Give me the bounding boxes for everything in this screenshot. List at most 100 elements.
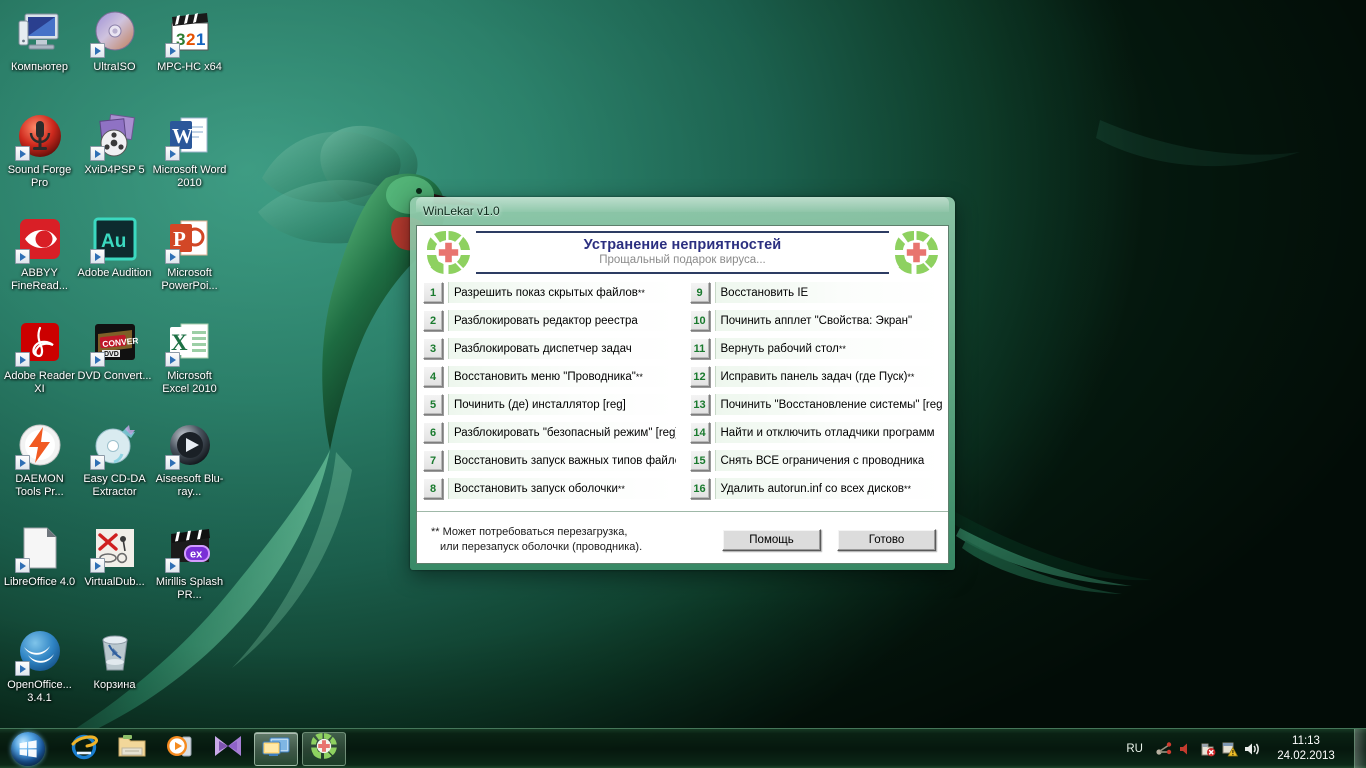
fix-action-row[interactable]: 10 Починить апплет "Свойства: Экран" xyxy=(689,310,942,331)
fix-action-label[interactable]: Удалить autorun.inf со всех дисков ** xyxy=(714,478,942,499)
fix-action-label[interactable]: Восстановить запуск важных типов файлов xyxy=(448,450,676,471)
desktop-icon-computer[interactable]: Компьютер xyxy=(2,4,77,107)
desktop-icon-label: LibreOffice 4.0 xyxy=(3,576,76,588)
taskbar-button-internet-explorer[interactable] xyxy=(62,732,106,766)
desktop-icon-mirillis-splash[interactable]: ex Mirillis Splash PR... xyxy=(152,519,227,622)
desktop-icon-abbyy-finereader[interactable]: ABBYY FineRead... xyxy=(2,210,77,313)
disc-icon xyxy=(89,9,139,58)
fix-action-number-button[interactable]: 4 xyxy=(423,366,443,387)
libreoffice-doc-icon xyxy=(14,524,64,573)
fix-action-label[interactable]: Разблокировать редактор реестра xyxy=(448,310,676,331)
fix-action-label[interactable]: Разблокировать "безопасный режим" [reg] xyxy=(448,422,676,443)
fix-action-label[interactable]: Восстановить IE xyxy=(714,282,942,303)
fix-action-number-button[interactable]: 2 xyxy=(423,310,443,331)
fix-action-number-button[interactable]: 16 xyxy=(689,478,710,499)
clapperboard-321-icon: 3 2 1 xyxy=(164,9,214,58)
taskbar-button-winlekar[interactable] xyxy=(302,731,346,766)
desktop-icon-recycle-bin[interactable]: Корзина xyxy=(77,622,152,725)
fix-action-label[interactable]: Вернуть рабочий стол ** xyxy=(714,338,942,359)
fix-action-number-button[interactable]: 9 xyxy=(689,282,710,303)
desktop-icon-openoffice[interactable]: OpenOffice... 3.4.1 xyxy=(2,622,77,725)
taskbar-button-explorer[interactable] xyxy=(110,732,154,766)
taskbar-button-media-player[interactable] xyxy=(158,732,202,766)
fix-action-row[interactable]: 15 Снять ВСЕ ограничения с проводника xyxy=(689,450,942,471)
fix-action-label[interactable]: Восстановить меню "Проводника" ** xyxy=(448,366,676,387)
fix-action-label[interactable]: Починить "Восстановление системы" [reg] … xyxy=(714,394,942,415)
fix-action-label[interactable]: Разблокировать диспетчер задач xyxy=(448,338,676,359)
fix-action-row[interactable]: 14 Найти и отключить отладчики программ xyxy=(689,422,942,443)
fix-action-row[interactable]: 4 Восстановить меню "Проводника" ** xyxy=(423,366,676,387)
fix-action-label[interactable]: Найти и отключить отладчики программ xyxy=(714,422,942,443)
fix-action-number-button[interactable]: 15 xyxy=(689,450,710,471)
taskbar-button-butterfly[interactable] xyxy=(206,732,250,766)
flag-warning-icon[interactable] xyxy=(1218,735,1240,763)
desktop-icon-easy-cd-da-extractor[interactable]: Easy CD-DA Extractor xyxy=(77,416,152,519)
start-button[interactable] xyxy=(2,730,54,768)
fix-action-row[interactable]: 7 Восстановить запуск важных типов файлов xyxy=(423,450,676,471)
help-button[interactable]: Помощь xyxy=(722,529,821,551)
desktop-icon-label: Sound Forge Pro xyxy=(7,164,72,189)
show-desktop-button[interactable] xyxy=(1354,728,1366,768)
fix-action-number-button[interactable]: 5 xyxy=(423,394,443,415)
desktop-icon-powerpoint-2010[interactable]: P Microsoft PowerPoi... xyxy=(152,210,227,313)
desktop[interactable]: Компьютер UltraISO 3 2 1 MPC-HC x64 Soun… xyxy=(0,0,1366,768)
fix-action-row[interactable]: 6 Разблокировать "безопасный режим" [reg] xyxy=(423,422,676,443)
desktop-icon-word-2010[interactable]: W Microsoft Word 2010 xyxy=(152,107,227,210)
fix-action-number-button[interactable]: 11 xyxy=(689,338,710,359)
taskbar[interactable]: RU 11:13 24.02.2013 xyxy=(0,728,1366,768)
tray-language-indicator[interactable]: RU xyxy=(1117,743,1152,755)
desktop-icon-xvid4psp[interactable]: XviD4PSP 5 xyxy=(77,107,152,210)
fix-action-row[interactable]: 5 Починить (де) инсталлятор [reg] xyxy=(423,394,676,415)
system-tray[interactable]: RU 11:13 24.02.2013 xyxy=(1117,728,1366,768)
fix-action-number-button[interactable]: 3 xyxy=(423,338,443,359)
fix-action-label[interactable]: Разрешить показ скрытых файлов ** xyxy=(448,282,676,303)
fix-action-row[interactable]: 8 Восстановить запуск оболочки ** xyxy=(423,478,676,499)
desktop-icon-grid[interactable]: Компьютер UltraISO 3 2 1 MPC-HC x64 Soun… xyxy=(0,4,227,725)
fix-action-row[interactable]: 16 Удалить autorun.inf со всех дисков ** xyxy=(689,478,942,499)
fix-action-number-button[interactable]: 7 xyxy=(423,450,443,471)
desktop-icon-adobe-audition[interactable]: Au Adobe Audition xyxy=(77,210,152,313)
clock[interactable]: 11:13 24.02.2013 xyxy=(1262,734,1350,764)
fix-action-row[interactable]: 12 Исправить панель задач (где Пуск) ** xyxy=(689,366,942,387)
fix-action-row[interactable]: 2 Разблокировать редактор реестра xyxy=(423,310,676,331)
fix-action-row[interactable]: 1 Разрешить показ скрытых файлов ** xyxy=(423,282,676,303)
desktop-icon-adobe-reader-xi[interactable]: Adobe Reader XI xyxy=(2,313,77,416)
fix-action-row[interactable]: 11 Вернуть рабочий стол ** xyxy=(689,338,942,359)
fix-action-number-button[interactable]: 8 xyxy=(423,478,443,499)
fix-action-number-button[interactable]: 10 xyxy=(689,310,710,331)
taskbar-buttons[interactable] xyxy=(62,731,346,766)
done-button[interactable]: Готово xyxy=(837,529,936,551)
fix-action-label[interactable]: Починить (де) инсталлятор [reg] xyxy=(448,394,676,415)
network-icon[interactable] xyxy=(1152,735,1174,763)
volume-mute-icon[interactable] xyxy=(1174,735,1196,763)
desktop-icon-dvd-converter[interactable]: CONVERT DVD DVD Convert... xyxy=(77,313,152,416)
desktop-icon-excel-2010[interactable]: X Microsoft Excel 2010 xyxy=(152,313,227,416)
action-center-error-icon[interactable] xyxy=(1196,735,1218,763)
fix-action-row[interactable]: 9 Восстановить IE xyxy=(689,282,942,303)
fix-action-label[interactable]: Снять ВСЕ ограничения с проводника xyxy=(714,450,942,471)
desktop-icon-virtualdub[interactable]: VirtualDub... xyxy=(77,519,152,622)
window-titlebar[interactable]: WinLekar v1.0 xyxy=(416,197,949,225)
fix-action-row[interactable]: 13 Починить "Восстановление системы" [reg… xyxy=(689,394,942,415)
fix-action-label[interactable]: Починить апплет "Свойства: Экран" xyxy=(714,310,942,331)
fix-action-label[interactable]: Исправить панель задач (где Пуск) ** xyxy=(714,366,942,387)
speaker-icon[interactable] xyxy=(1240,735,1262,763)
acrobat-icon xyxy=(14,318,64,367)
winlekar-window[interactable]: WinLekar v1.0 Устранение неприятностей П… xyxy=(410,197,955,570)
fix-action-number-button[interactable]: 14 xyxy=(689,422,710,443)
footnote-line-1: ** Может потребоваться перезагрузка, xyxy=(431,526,628,538)
desktop-icon-ultraiso[interactable]: UltraISO xyxy=(77,4,152,107)
fix-action-number-button[interactable]: 1 xyxy=(423,282,443,303)
fix-action-number-button[interactable]: 13 xyxy=(689,394,710,415)
fix-action-row[interactable]: 3 Разблокировать диспетчер задач xyxy=(423,338,676,359)
desktop-icon-sound-forge-pro[interactable]: Sound Forge Pro xyxy=(2,107,77,210)
desktop-icon-mpc-hc[interactable]: 3 2 1 MPC-HC x64 xyxy=(152,4,227,107)
desktop-icon-aiseesoft-bluray[interactable]: Aiseesoft Blu-ray... xyxy=(152,416,227,519)
fix-action-label[interactable]: Восстановить запуск оболочки ** xyxy=(448,478,676,499)
desktop-icon-libreoffice[interactable]: LibreOffice 4.0 xyxy=(2,519,77,622)
desktop-icon-daemon-tools[interactable]: DAEMON Tools Pr... xyxy=(2,416,77,519)
svg-text:1: 1 xyxy=(196,30,205,49)
fix-action-number-button[interactable]: 6 xyxy=(423,422,443,443)
fix-action-number-button[interactable]: 12 xyxy=(689,366,710,387)
taskbar-button-display-properties[interactable] xyxy=(254,731,298,766)
